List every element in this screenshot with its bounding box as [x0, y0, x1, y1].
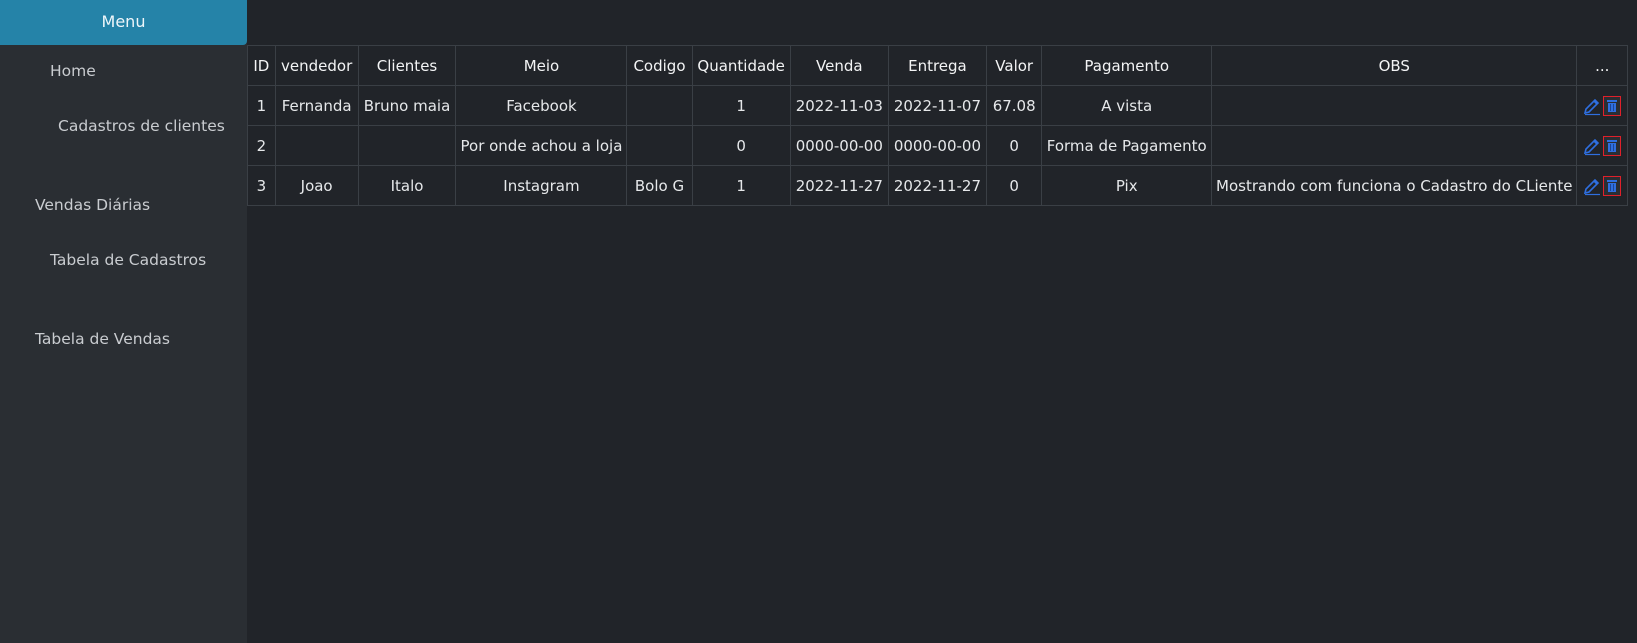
- column-header-entrega: Entrega: [887, 45, 987, 86]
- trash-icon[interactable]: [1603, 95, 1622, 116]
- cell-id: 1: [247, 85, 276, 126]
- cell-actions: [1576, 165, 1628, 206]
- menu-header[interactable]: Menu: [0, 0, 247, 45]
- cell-venda: 2022-11-27: [789, 165, 889, 206]
- cell-vendedor: Fernanda: [274, 85, 359, 126]
- sidebar-item-vendas-diarias[interactable]: Vendas Diárias: [35, 196, 150, 214]
- sidebar: Menu Home Cadastros de clientes Vendas D…: [0, 0, 247, 643]
- table-row: 1 Fernanda Bruno maia Facebook 1 2022-11…: [247, 85, 1628, 126]
- cell-obs: [1211, 125, 1578, 166]
- pencil-icon[interactable]: [1583, 96, 1601, 116]
- sales-table: ID vendedor Clientes Meio Codigo Quantid…: [247, 45, 1628, 206]
- cell-actions: [1576, 125, 1628, 166]
- cell-entrega: 2022-11-27: [887, 165, 987, 206]
- column-header-venda: Venda: [789, 45, 889, 86]
- cell-clientes: [357, 125, 457, 166]
- column-header-clientes: Clientes: [357, 45, 457, 86]
- cell-quantidade: 1: [691, 165, 791, 206]
- pencil-icon[interactable]: [1583, 176, 1601, 196]
- cell-clientes: Italo: [357, 165, 457, 206]
- column-header-vendedor: vendedor: [274, 45, 359, 86]
- cell-codigo: [626, 125, 693, 166]
- cell-valor: 67.08: [985, 85, 1043, 126]
- cell-id: 3: [247, 165, 276, 206]
- trash-icon[interactable]: [1603, 175, 1622, 196]
- table-header-row: ID vendedor Clientes Meio Codigo Quantid…: [247, 45, 1628, 86]
- column-header-obs: OBS: [1211, 45, 1578, 86]
- cell-pagamento: Forma de Pagamento: [1041, 125, 1213, 166]
- column-header-quantidade: Quantidade: [691, 45, 791, 86]
- table-row: 2 Por onde achou a loja 0 0000-00-00 000…: [247, 125, 1628, 166]
- cell-vendedor: Joao: [274, 165, 359, 206]
- cell-venda: 0000-00-00: [789, 125, 889, 166]
- cell-quantidade: 1: [691, 85, 791, 126]
- sidebar-item-tabela-de-cadastros[interactable]: Tabela de Cadastros: [50, 251, 206, 269]
- column-header-valor: Valor: [985, 45, 1043, 86]
- pencil-icon[interactable]: [1583, 136, 1601, 156]
- cell-codigo: [626, 85, 693, 126]
- sidebar-item-cadastros-de-clientes[interactable]: Cadastros de clientes: [58, 117, 225, 135]
- cell-clientes: Bruno maia: [357, 85, 457, 126]
- cell-entrega: 0000-00-00: [887, 125, 987, 166]
- sidebar-item-home[interactable]: Home: [50, 62, 96, 80]
- cell-obs: Mostrando com funciona o Cadastro do CLi…: [1211, 165, 1578, 206]
- cell-meio: Facebook: [455, 85, 628, 126]
- table-row: 3 Joao Italo Instagram Bolo G 1 2022-11-…: [247, 165, 1628, 206]
- cell-codigo: Bolo G: [626, 165, 693, 206]
- cell-meio: Por onde achou a loja: [455, 125, 628, 166]
- cell-actions: [1576, 85, 1628, 126]
- cell-entrega: 2022-11-07: [887, 85, 987, 126]
- cell-vendedor: [274, 125, 359, 166]
- column-header-pagamento: Pagamento: [1041, 45, 1213, 86]
- column-header-actions: ...: [1576, 45, 1628, 86]
- cell-quantidade: 0: [691, 125, 791, 166]
- cell-valor: 0: [985, 165, 1043, 206]
- column-header-meio: Meio: [455, 45, 628, 86]
- column-header-id: ID: [247, 45, 276, 86]
- sidebar-item-tabela-de-vendas[interactable]: Tabela de Vendas: [35, 330, 170, 348]
- trash-icon[interactable]: [1603, 135, 1622, 156]
- cell-pagamento: A vista: [1041, 85, 1213, 126]
- cell-id: 2: [247, 125, 276, 166]
- cell-valor: 0: [985, 125, 1043, 166]
- cell-venda: 2022-11-03: [789, 85, 889, 126]
- cell-meio: Instagram: [455, 165, 628, 206]
- cell-obs: [1211, 85, 1578, 126]
- cell-pagamento: Pix: [1041, 165, 1213, 206]
- column-header-codigo: Codigo: [626, 45, 693, 86]
